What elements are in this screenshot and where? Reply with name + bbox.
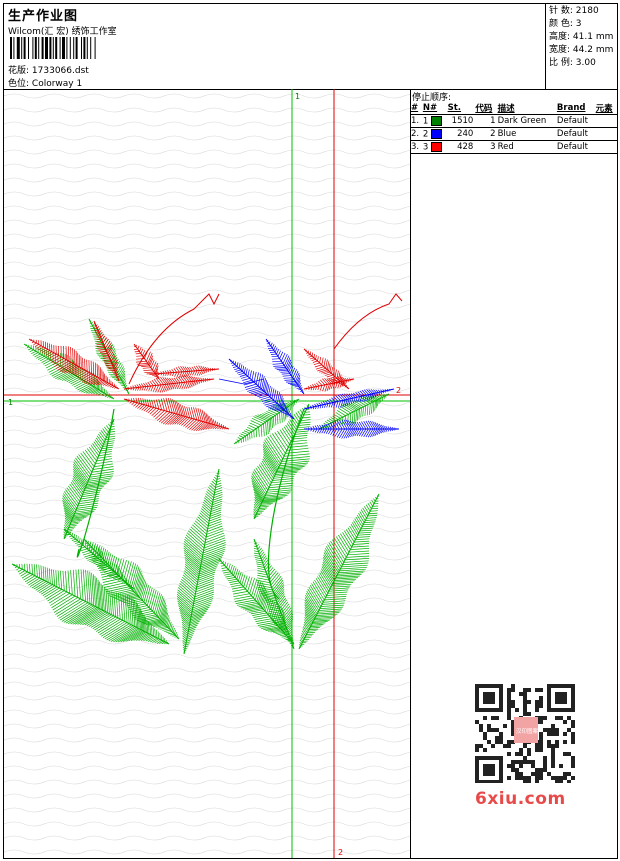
table-row: 1. 1 1510 1 Dark Green Default xyxy=(410,114,617,128)
stats-panel: 针 数: 2180 颜 色: 3 高度: 41.1 mm 宽度: 44.2 mm… xyxy=(545,4,617,89)
sheet-title: 生产作业图 xyxy=(8,9,79,24)
axis-label-v-red: 2 xyxy=(338,848,343,857)
colorway: 色位: Colorway 1 xyxy=(8,76,82,89)
qr-center-text: 汉印图案 xyxy=(516,727,539,735)
table-header: # N# St. 代码 描述 Brand 元素 xyxy=(410,102,617,115)
color-swatch xyxy=(430,115,442,126)
design-file-label: 花版: xyxy=(8,66,30,76)
stat-scale: 比 例: 3.00 xyxy=(549,58,596,68)
axis-label-h-green: 1 xyxy=(8,398,13,407)
stat-width: 宽度: 44.2 mm xyxy=(549,45,614,55)
colorway-label: 色位: xyxy=(8,79,30,89)
design-file: 花版: 1733066.dst xyxy=(8,63,89,76)
color-swatch xyxy=(430,128,442,139)
stop-sequence-table: # N# St. 代码 描述 Brand 元素 1. 1 1510 1 Dark… xyxy=(410,102,617,154)
stat-colors: 颜 色: 3 xyxy=(549,19,582,29)
stat-stitches: 针 数: 2180 xyxy=(549,6,599,16)
colorway-value: Colorway 1 xyxy=(31,79,83,89)
sheet-header: 生产作业图 Wilcom(汇 宏) 绣饰工作室 花版: 1733066.dst … xyxy=(4,4,617,90)
axis-label-v-green: 1 xyxy=(295,92,300,101)
design-canvas: 1 1 2 2 xyxy=(4,89,411,858)
table-row: 2. 2 240 2 Blue Default xyxy=(410,127,617,141)
color-swatch xyxy=(430,141,442,152)
company-name: Wilcom(汇 宏) 绣饰工作室 xyxy=(8,27,117,37)
table-row: 3. 3 428 3 Red Default xyxy=(410,140,617,154)
barcode xyxy=(10,37,96,59)
embroidery-preview: 1 1 2 2 xyxy=(4,89,410,858)
design-file-value: 1733066.dst xyxy=(31,66,89,76)
watermark-text: 6xiu.com xyxy=(475,789,566,809)
axis-label-h-red: 2 xyxy=(396,386,401,395)
qr-code: 汉印图案 xyxy=(470,681,580,783)
stat-height: 高度: 41.1 mm xyxy=(549,32,614,42)
